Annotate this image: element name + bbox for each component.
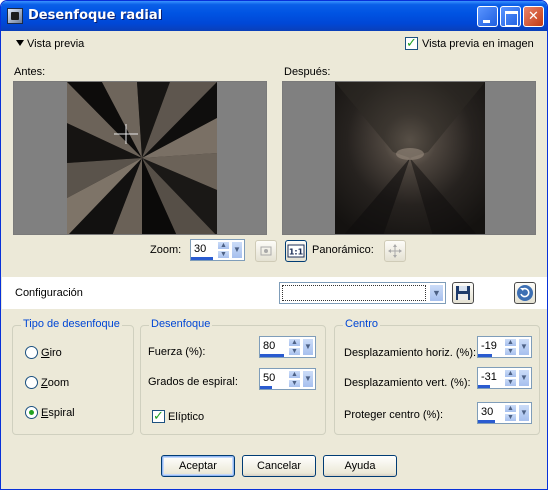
before-preview[interactable]: [13, 81, 267, 235]
spiral-degrees-value: 50: [263, 372, 276, 384]
strength-value: 80: [263, 340, 276, 352]
blur-type-title: Tipo de desenfoque: [21, 318, 122, 330]
save-preset-button[interactable]: [452, 282, 474, 304]
after-preview-image: [283, 82, 535, 234]
chevron-down-icon[interactable]: ▼: [231, 241, 243, 259]
blur-type-zoom-radio[interactable]: [25, 376, 38, 389]
title-bar[interactable]: Desenfoque radial: [1, 1, 547, 31]
svg-text:1:1: 1:1: [289, 248, 304, 257]
protect-center-level-bar: [478, 420, 495, 423]
blur-type-spiral-label[interactable]: Espiral: [41, 407, 75, 419]
strength-spin-arrows[interactable]: ▲ ▼: [288, 338, 301, 356]
triangle-down-icon: [16, 40, 24, 46]
blur-type-twist-radio[interactable]: [25, 346, 38, 359]
spiral-degrees-level-bar: [260, 386, 272, 389]
help-button[interactable]: Ayuda: [323, 455, 397, 477]
floppy-disk-icon: [456, 286, 470, 300]
strength-label: Fuerza (%):: [148, 346, 206, 358]
reset-button[interactable]: [514, 282, 536, 304]
after-preview[interactable]: [282, 81, 536, 235]
spiral-degrees-spin-arrows[interactable]: ▲ ▼: [288, 370, 301, 388]
protect-center-spin-arrows[interactable]: ▲ ▼: [504, 404, 517, 422]
preset-select-value: [282, 285, 426, 301]
v-offset-spin-arrows[interactable]: ▲ ▼: [504, 369, 517, 387]
chevron-down-icon[interactable]: ▼: [518, 369, 530, 387]
ok-button[interactable]: Aceptar: [161, 455, 235, 477]
v-offset-level-bar: [478, 385, 490, 388]
elliptic-label: Elíptico: [168, 411, 205, 423]
protect-center-stepper[interactable]: 30 ▲ ▼ ▼: [477, 402, 532, 424]
before-label: Antes:: [14, 66, 46, 78]
zoom-spin-arrows[interactable]: ▲ ▼: [217, 241, 230, 259]
center-title: Centro: [343, 318, 381, 330]
zoom-actual-size-button[interactable]: 1:1: [285, 240, 307, 262]
cancel-button[interactable]: Cancelar: [242, 455, 316, 477]
radial-blur-dialog: Desenfoque radial Vista previa Vista pre…: [0, 0, 548, 490]
zoom-fit-button[interactable]: [255, 240, 277, 262]
move-icon: [388, 244, 402, 258]
strength-stepper[interactable]: 80 ▲ ▼ ▼: [259, 336, 316, 358]
preview-toggle-label: Vista previa: [27, 38, 85, 50]
config-label: Configuración: [15, 287, 83, 299]
blur-type-zoom-label[interactable]: Zoom: [41, 377, 69, 389]
after-label: Después:: [284, 66, 331, 78]
chevron-down-icon[interactable]: ▼: [302, 338, 314, 356]
reset-icon: [517, 285, 533, 301]
strength-level-bar: [260, 354, 284, 357]
h-offset-label: Desplazamiento horiz. (%):: [344, 347, 477, 359]
window-title: Desenfoque radial: [28, 8, 163, 23]
minimize-button[interactable]: [477, 6, 498, 27]
chevron-down-icon[interactable]: ▼: [518, 338, 530, 356]
blur-title: Desenfoque: [149, 318, 213, 330]
elliptic-checkbox[interactable]: [152, 408, 165, 424]
v-offset-label: Desplazamiento vert. (%):: [344, 377, 471, 389]
one-to-one-icon: 1:1: [287, 244, 305, 258]
zoom-value: 30: [194, 243, 207, 255]
preview-in-image-label: Vista previa en imagen: [422, 38, 534, 50]
zoom-label: Zoom:: [150, 244, 182, 256]
preview-toggle[interactable]: Vista previa: [16, 38, 84, 52]
chevron-down-icon[interactable]: ▼: [429, 284, 444, 302]
spiral-degrees-label: Grados de espiral:: [148, 376, 238, 388]
close-button[interactable]: [523, 6, 544, 27]
chevron-down-icon[interactable]: ▼: [518, 404, 530, 422]
preset-select[interactable]: ▼: [279, 282, 446, 304]
blur-type-twist-label[interactable]: Giro: [41, 347, 62, 359]
chevron-down-icon[interactable]: ▼: [302, 370, 314, 388]
h-offset-stepper[interactable]: -19 ▲ ▼ ▼: [477, 336, 532, 358]
blur-type-spiral-radio[interactable]: [25, 406, 38, 419]
before-preview-image: [14, 82, 266, 234]
h-offset-spin-arrows[interactable]: ▲ ▼: [504, 338, 517, 356]
zoom-stepper[interactable]: 30 ▲ ▼ ▼: [190, 239, 245, 261]
pan-button[interactable]: [384, 240, 406, 262]
panoramic-label: Panorámico:: [312, 244, 374, 256]
fit-icon: [260, 246, 272, 256]
protect-center-value: 30: [481, 406, 494, 418]
preview-in-image-checkbox[interactable]: [405, 35, 418, 51]
app-icon: [7, 8, 23, 24]
protect-center-label: Proteger centro (%):: [344, 409, 444, 421]
v-offset-stepper[interactable]: -31 ▲ ▼ ▼: [477, 367, 532, 389]
zoom-level-bar: [191, 257, 213, 260]
h-offset-level-bar: [478, 354, 492, 357]
v-offset-value: -31: [481, 371, 497, 383]
spiral-degrees-stepper[interactable]: 50 ▲ ▼ ▼: [259, 368, 316, 390]
h-offset-value: -19: [481, 340, 497, 352]
maximize-button[interactable]: [500, 6, 521, 27]
